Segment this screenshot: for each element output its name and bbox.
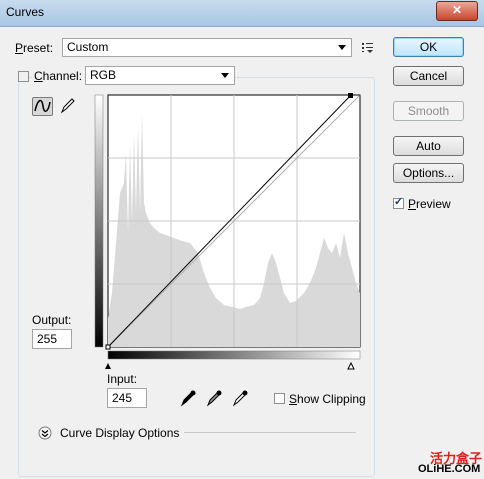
curve-point-tool[interactable]: [32, 97, 53, 116]
cancel-button[interactable]: Cancel: [393, 66, 464, 86]
chevron-down-icon: [338, 45, 346, 50]
pencil-icon: [60, 98, 75, 114]
output-label: Output:: [32, 313, 72, 327]
output-field[interactable]: 255: [32, 329, 72, 349]
preset-options-icon[interactable]: [361, 41, 375, 53]
curve-graph[interactable]: [94, 93, 364, 383]
curve-tool-icon: [34, 99, 51, 112]
show-clipping-checkbox[interactable]: [274, 393, 285, 404]
gray-eyedropper-icon[interactable]: [205, 389, 223, 407]
ok-button[interactable]: OK: [393, 37, 464, 57]
channel-label: Channel:: [32, 69, 85, 83]
auto-button[interactable]: Auto: [393, 136, 464, 156]
pencil-tool[interactable]: [58, 97, 79, 116]
show-clipping-label: Show Clipping: [289, 392, 366, 406]
channel-select[interactable]: RGB: [85, 66, 235, 85]
channel-value: RGB: [90, 68, 117, 82]
title-bar[interactable]: Curves ✕: [0, 0, 484, 27]
preview-label: Preview: [408, 197, 451, 211]
preset-value: Custom: [67, 40, 109, 54]
curve-display-options-label[interactable]: Curve Display Options: [60, 426, 179, 440]
dialog-body: Preset: Custom OK Cancel Smooth Auto Opt…: [6, 29, 478, 477]
black-point-slider[interactable]: [105, 363, 111, 369]
curves-dialog: Curves ✕ Preset: Custom OK Cancel Smooth…: [0, 0, 484, 479]
input-gradient-bar: [107, 350, 361, 360]
options-button[interactable]: Options...: [393, 163, 464, 183]
output-gradient-bar: [94, 94, 104, 348]
black-eyedropper-icon[interactable]: [179, 389, 197, 407]
curve-point-end[interactable]: [348, 93, 353, 98]
options-divider: [184, 432, 356, 433]
chevron-down-icon: [221, 73, 229, 78]
preset-label: Preset:: [15, 41, 54, 55]
preset-select[interactable]: Custom: [62, 38, 352, 57]
white-point-slider[interactable]: [347, 361, 355, 370]
input-field[interactable]: 245: [107, 388, 147, 408]
watermark-en: OLiHE.COM: [418, 463, 481, 475]
expand-options-icon[interactable]: [38, 426, 52, 440]
close-button[interactable]: ✕: [436, 1, 478, 21]
close-icon: ✕: [451, 3, 463, 17]
curve-point-start[interactable]: [105, 344, 111, 350]
channel-group-toggle[interactable]: [18, 71, 29, 82]
input-label: Input:: [107, 372, 138, 386]
white-eyedropper-icon[interactable]: [231, 389, 249, 407]
smooth-button[interactable]: Smooth: [393, 101, 464, 121]
preview-checkbox[interactable]: [393, 195, 404, 209]
window-title: Curves: [6, 5, 45, 19]
